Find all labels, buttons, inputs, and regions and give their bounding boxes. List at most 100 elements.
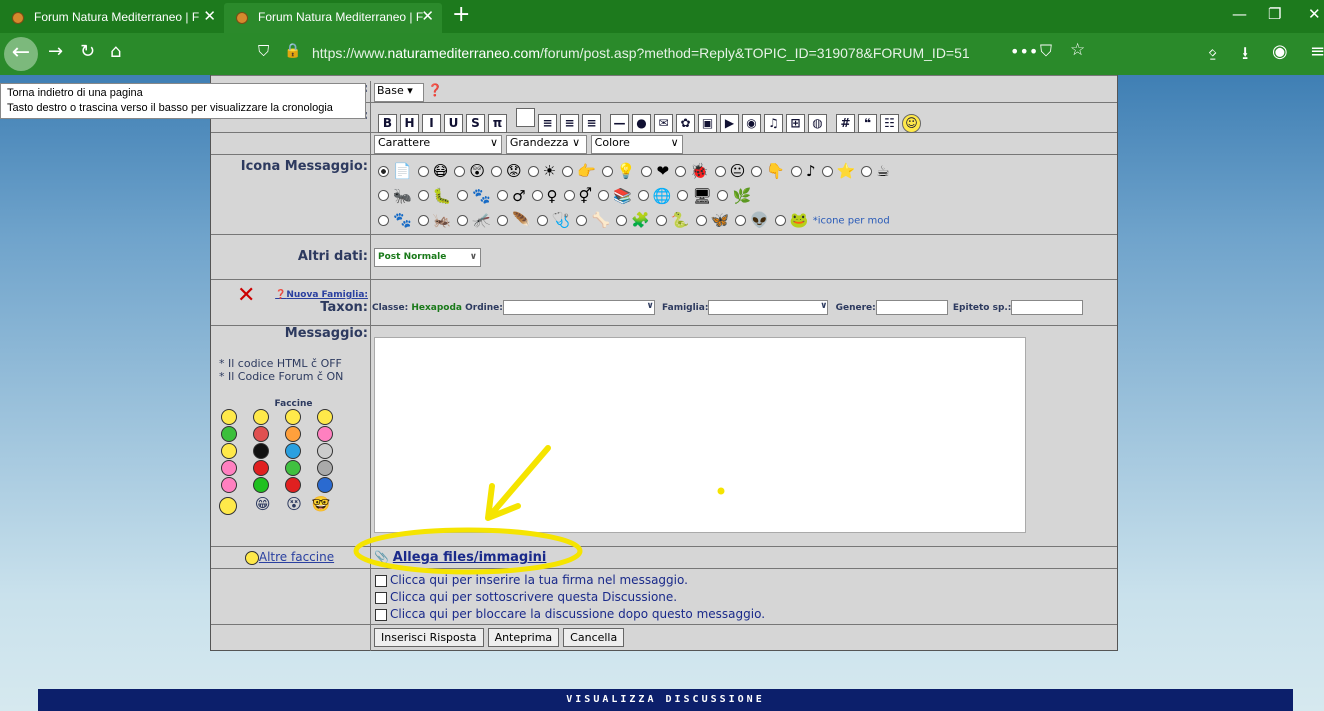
menu-icon[interactable]: ≡	[1310, 41, 1324, 62]
lock-icon[interactable]: 🔒	[284, 43, 301, 59]
icon-radio[interactable]	[576, 214, 588, 226]
pocket-icon[interactable]: ⛉	[1040, 41, 1052, 61]
bold-icon[interactable]: B	[378, 114, 397, 133]
font-select[interactable]: Carattere ∨	[374, 135, 502, 154]
famiglia-select[interactable]: ∨	[708, 300, 829, 315]
youtube-icon[interactable]: ▶	[720, 114, 739, 133]
epiteto-input[interactable]	[1011, 300, 1084, 315]
restore-icon[interactable]: ❐	[1268, 5, 1281, 23]
view-topic-bar[interactable]: VISUALIZZA DISCUSSIONE	[38, 689, 1293, 711]
subscribe-option[interactable]: Clicca qui per sottoscrivere questa Disc…	[375, 589, 1114, 606]
underline-icon[interactable]: U	[444, 114, 463, 133]
preview-button[interactable]: Anteprima	[487, 628, 560, 647]
library-icon[interactable]: ⍚	[1208, 41, 1219, 62]
post-type-select[interactable]: Post Normale ∨	[374, 248, 481, 267]
color-select[interactable]: Colore ∨	[590, 135, 683, 154]
close-tab-icon[interactable]: ✕	[203, 3, 216, 31]
icon-radio[interactable]	[490, 165, 502, 177]
icon-radio[interactable]	[563, 190, 575, 201]
signature-checkbox[interactable]	[375, 574, 387, 587]
smiley-icon[interactable]	[221, 426, 237, 442]
address-bar[interactable]: ⛉ 🔒 https://www.naturamediterraneo.com/f…	[252, 38, 1092, 68]
minimize-icon[interactable]: —	[1232, 5, 1247, 23]
smiley-icon[interactable]	[317, 460, 333, 476]
pre-icon[interactable]	[516, 108, 535, 127]
browser-tab-2[interactable]: Forum Natura Mediterraneo | F ✕	[224, 3, 442, 33]
globe-icon[interactable]: ●	[632, 114, 651, 133]
altre-faccine-link[interactable]: Altre faccine	[259, 550, 334, 564]
icon-radio[interactable]	[655, 214, 667, 226]
smiley-icon[interactable]	[253, 477, 269, 493]
nerd-icon[interactable]: 🤓	[312, 495, 331, 513]
mode-select[interactable]: Base ▾	[374, 83, 424, 102]
smiley-icon[interactable]	[285, 443, 301, 459]
quote-icon[interactable]: ❝	[858, 114, 877, 133]
cancel-button[interactable]: Cancella	[563, 628, 625, 647]
smiley-icon[interactable]	[317, 477, 333, 493]
remove-icon[interactable]: ✕	[237, 283, 255, 308]
smiley-icon[interactable]	[221, 409, 237, 425]
home-icon[interactable]: ⌂	[110, 41, 121, 62]
icon-radio[interactable]	[536, 214, 548, 226]
smiley-icon[interactable]	[317, 443, 333, 459]
reload-icon[interactable]: ↻	[80, 41, 95, 62]
url-text[interactable]: https://www.naturamediterraneo.com/forum…	[312, 45, 970, 61]
icon-radio[interactable]	[717, 190, 729, 201]
icon-radio[interactable]	[675, 165, 687, 177]
icon-radio[interactable]	[714, 165, 726, 177]
align-right-icon[interactable]: ≡	[582, 114, 601, 133]
smiley-icon[interactable]	[221, 477, 237, 493]
icon-radio[interactable]	[774, 214, 786, 226]
smiley-icon[interactable]	[317, 426, 333, 442]
align-left-icon[interactable]: ≡	[538, 114, 557, 133]
list-icon[interactable]: ☷	[880, 114, 899, 133]
grin-icon[interactable]: 😁	[255, 495, 271, 513]
smiley-icon[interactable]	[221, 443, 237, 459]
icon-radio[interactable]	[457, 190, 469, 201]
page-actions-icon[interactable]: •••	[1010, 42, 1038, 61]
dizzy-icon[interactable]: 😵	[286, 495, 302, 513]
icon-radio[interactable]	[497, 214, 509, 226]
icon-radio[interactable]	[378, 214, 389, 226]
attach-files-link[interactable]: Allega files/immagini	[393, 550, 547, 565]
strike-icon[interactable]: S	[466, 114, 485, 133]
smiley-icon[interactable]	[253, 426, 269, 442]
smiley-icon[interactable]	[221, 460, 237, 476]
account-icon[interactable]: ◉	[1272, 41, 1288, 62]
close-window-icon[interactable]: ✕	[1308, 5, 1321, 23]
email-icon[interactable]: ✉	[654, 114, 673, 133]
close-tab-icon[interactable]: ✕	[421, 3, 434, 31]
icon-radio[interactable]	[616, 214, 628, 226]
icon-radio[interactable]	[861, 165, 873, 177]
forward-icon[interactable]: →	[48, 41, 63, 62]
hash-icon[interactable]: #	[836, 114, 855, 133]
icon-radio[interactable]	[601, 165, 613, 177]
download-icon[interactable]: ⭳	[1242, 41, 1248, 71]
icon-radio[interactable]	[695, 214, 707, 226]
image-icon[interactable]: ✿	[676, 114, 695, 133]
icon-radio[interactable]	[417, 214, 429, 226]
bookmark-star-icon[interactable]: ☆	[1070, 40, 1085, 60]
icon-radio[interactable]	[378, 190, 389, 201]
smiley-icon[interactable]	[285, 409, 301, 425]
subscribe-checkbox[interactable]	[375, 591, 387, 604]
icon-radio[interactable]	[497, 190, 509, 201]
table-icon[interactable]: ⊞	[786, 114, 805, 133]
reply-button[interactable]: Inserisci Risposta	[374, 628, 484, 647]
icon-radio[interactable]	[531, 190, 543, 201]
media-icon[interactable]: ♫	[764, 114, 783, 133]
icon-radio[interactable]	[457, 214, 469, 226]
signature-option[interactable]: Clicca qui per inserire la tua firma nel…	[375, 572, 1114, 589]
icon-radio[interactable]	[527, 165, 539, 177]
smiley-icon[interactable]	[253, 443, 269, 459]
icon-radio[interactable]	[417, 190, 429, 201]
italic-icon[interactable]: I	[422, 114, 441, 133]
smiley-icon[interactable]	[253, 460, 269, 476]
smiley-icon[interactable]	[285, 477, 301, 493]
web-icon[interactable]: ◍	[808, 114, 827, 133]
lock-option[interactable]: Clicca qui per bloccare la discussione d…	[375, 606, 1114, 623]
icon-radio[interactable]	[637, 190, 649, 201]
icon-radio[interactable]	[598, 190, 610, 201]
pi-icon[interactable]: π	[488, 114, 507, 133]
genere-input[interactable]	[875, 300, 948, 315]
